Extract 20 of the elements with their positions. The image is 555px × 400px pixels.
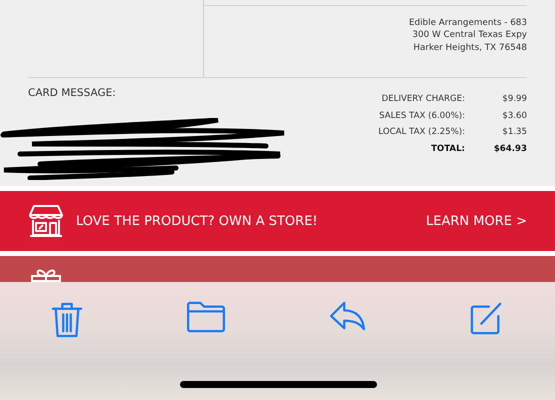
total-label: TOTAL: bbox=[431, 142, 465, 155]
compose-icon[interactable] bbox=[470, 301, 504, 335]
total-amount: $64.93 bbox=[492, 142, 527, 155]
charge-amount: $1.35 bbox=[501, 126, 527, 138]
charge-amount: $9.99 bbox=[501, 93, 527, 106]
reply-icon[interactable] bbox=[328, 301, 367, 331]
charge-amount: $3.60 bbox=[501, 110, 527, 122]
gift-icon bbox=[28, 267, 64, 282]
trash-icon[interactable] bbox=[51, 301, 84, 339]
charge-label: SALES TAX (6.00%): bbox=[379, 110, 465, 122]
charge-label: LOCAL TAX (2.25%): bbox=[378, 126, 465, 138]
address-line: Edible Arrangements - 683 bbox=[408, 17, 527, 30]
card-message-label: CARD MESSAGE: bbox=[28, 87, 117, 99]
address-line: Harker Heights, TX 76548 bbox=[412, 42, 527, 54]
storefront-icon bbox=[28, 204, 64, 238]
folder-icon[interactable] bbox=[186, 301, 226, 333]
banner-text: LOVE THE PRODUCT? OWN A STORE! bbox=[76, 214, 319, 228]
address-line: 300 W Central Texas Expy bbox=[411, 29, 527, 42]
charge-label: DELIVERY CHARGE: bbox=[382, 93, 465, 106]
learn-more-link[interactable]: LEARN MORE > bbox=[426, 214, 527, 228]
